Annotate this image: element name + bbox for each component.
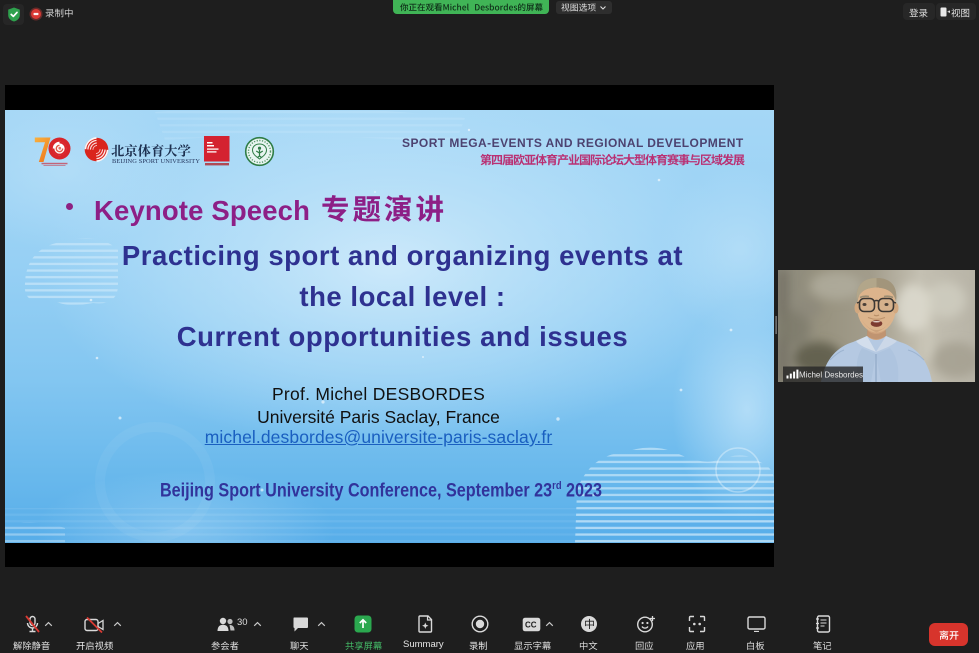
svg-text:CC: CC bbox=[525, 621, 537, 630]
svg-text:Michel Desbordes: Michel Desbordes bbox=[799, 370, 863, 379]
